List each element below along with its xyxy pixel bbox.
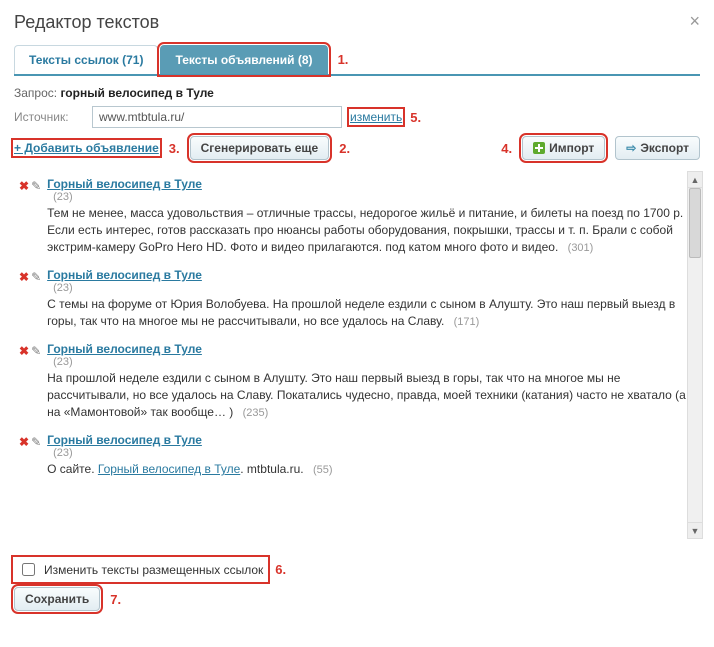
pencil-icon[interactable]: ✎ xyxy=(31,344,41,421)
inline-link[interactable]: Горный велосипед в Туле xyxy=(98,462,240,476)
import-label: Импорт xyxy=(549,141,594,155)
export-button[interactable]: ⇨ Экспорт xyxy=(615,136,700,160)
item-length: (235) xyxy=(243,407,269,419)
scroll-thumb[interactable] xyxy=(689,188,701,258)
item-text: На прошлой неделе ездили с сыном в Алушт… xyxy=(47,370,689,421)
annotation-number: 7. xyxy=(110,592,121,607)
delete-icon[interactable]: ✖ xyxy=(19,179,29,256)
dialog-title: Редактор текстов xyxy=(14,12,159,33)
query-label: Запрос: xyxy=(14,86,57,100)
item-title-link[interactable]: Горный велосипед в Туле xyxy=(47,433,202,447)
annotation-number: 4. xyxy=(501,141,512,156)
change-links-row[interactable]: Изменить тексты размещенных ссылок xyxy=(14,558,267,581)
change-links-label: Изменить тексты размещенных ссылок xyxy=(44,563,263,577)
pencil-icon[interactable]: ✎ xyxy=(31,435,41,478)
save-button[interactable]: Сохранить xyxy=(14,587,100,611)
import-button[interactable]: Импорт xyxy=(522,136,605,160)
annotation-number: 5. xyxy=(410,110,421,125)
item-count: (23) xyxy=(53,191,689,203)
query-value: горный велосипед в Туле xyxy=(60,86,213,100)
add-ad-button[interactable]: + Добавить объявление xyxy=(14,141,159,155)
source-input[interactable] xyxy=(92,106,342,128)
item-text: О сайте. Горный велосипед в Туле. mtbtul… xyxy=(47,461,689,478)
change-source-link[interactable]: изменить xyxy=(350,110,402,124)
item-title-link[interactable]: Горный велосипед в Туле xyxy=(47,268,202,282)
delete-icon[interactable]: ✖ xyxy=(19,435,29,478)
item-count: (23) xyxy=(53,356,689,368)
delete-icon[interactable]: ✖ xyxy=(19,270,29,330)
item-count: (23) xyxy=(53,447,689,459)
export-label: Экспорт xyxy=(640,141,689,155)
scroll-up-icon[interactable]: ▲ xyxy=(688,172,702,188)
scroll-down-icon[interactable]: ▼ xyxy=(688,522,702,538)
query-row: Запрос: горный велосипед в Туле xyxy=(14,86,700,100)
item-text: С темы на форуме от Юрия Волобуева. На п… xyxy=(47,296,689,330)
item-length: (55) xyxy=(313,464,333,476)
delete-icon[interactable]: ✖ xyxy=(19,344,29,421)
item-length: (301) xyxy=(568,242,594,254)
ad-list-container: ✖ ✎ Горный велосипед в Туле (23) Тем не … xyxy=(14,170,700,540)
tabs: Тексты ссылок (71) Тексты объявлений (8)… xyxy=(14,45,700,76)
item-title-link[interactable]: Горный велосипед в Туле xyxy=(47,342,202,356)
pencil-icon[interactable]: ✎ xyxy=(31,179,41,256)
plus-icon xyxy=(533,142,545,154)
tab-ad-texts[interactable]: Тексты объявлений (8) xyxy=(160,45,327,74)
item-text: Тем не менее, масса удовольствия – отлич… xyxy=(47,205,689,256)
close-icon[interactable]: × xyxy=(689,12,700,30)
toolbar: + Добавить объявление 3. Сгенерировать е… xyxy=(14,136,700,160)
generate-more-button[interactable]: Сгенерировать еще xyxy=(190,136,330,160)
list-item: ✖ ✎ Горный велосипед в Туле (23) С темы … xyxy=(15,262,693,336)
annotation-number: 6. xyxy=(275,562,286,577)
scrollbar[interactable]: ▲ ▼ xyxy=(687,171,703,539)
list-item: ✖ ✎ Горный велосипед в Туле (23) На прош… xyxy=(15,336,693,427)
pencil-icon[interactable]: ✎ xyxy=(31,270,41,330)
change-links-checkbox[interactable] xyxy=(22,563,35,576)
annotation-number: 2. xyxy=(339,141,350,156)
tab-link-texts[interactable]: Тексты ссылок (71) xyxy=(14,45,158,74)
footer: Изменить тексты размещенных ссылок 6. Со… xyxy=(14,558,700,611)
list-item: ✖ ✎ Горный велосипед в Туле (23) О сайте… xyxy=(15,427,693,484)
annotation-number: 3. xyxy=(169,141,180,156)
list-item: ✖ ✎ Горный велосипед в Туле (23) Тем не … xyxy=(15,171,693,262)
ad-list: ✖ ✎ Горный велосипед в Туле (23) Тем не … xyxy=(15,171,699,539)
source-label: Источник: xyxy=(14,110,84,124)
source-row: Источник: изменить 5. xyxy=(14,106,700,128)
item-length: (171) xyxy=(454,316,480,328)
item-count: (23) xyxy=(53,282,689,294)
annotation-number: 1. xyxy=(338,52,349,67)
item-title-link[interactable]: Горный велосипед в Туле xyxy=(47,177,202,191)
export-icon: ⇨ xyxy=(626,141,636,155)
